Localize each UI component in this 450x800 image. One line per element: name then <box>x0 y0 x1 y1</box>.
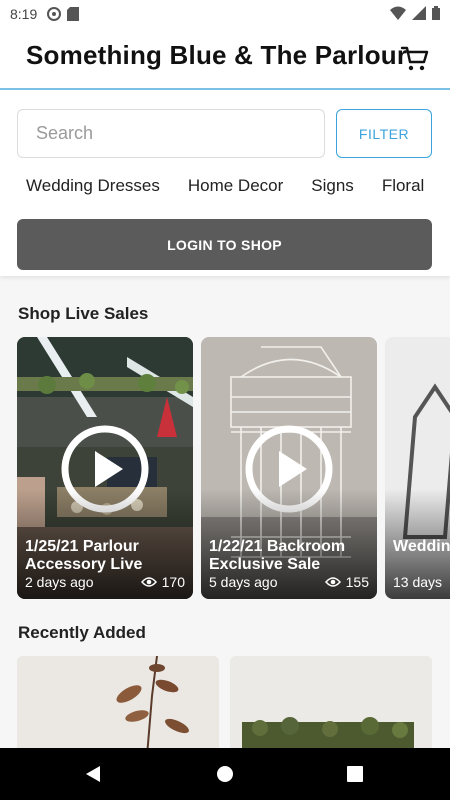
app-header: Something Blue & The Parlour <box>0 28 450 90</box>
back-icon[interactable] <box>84 764 104 784</box>
shopping-cart-icon[interactable] <box>400 43 430 73</box>
filter-button[interactable]: FILTER <box>336 109 432 158</box>
battery-icon <box>432 6 440 20</box>
home-icon[interactable] <box>215 764 235 784</box>
app-title: Something Blue & The Parlour <box>26 40 408 70</box>
recents-icon[interactable] <box>345 764 365 784</box>
product-thumbnail <box>230 656 432 748</box>
top-panel: FILTER Wedding Dresses Home Decor Signs … <box>0 90 450 276</box>
live-sale-title: 1/22/21 Backroom Exclusive Sale <box>209 538 346 573</box>
search-input[interactable] <box>17 109 325 158</box>
sd-card-icon <box>67 7 80 21</box>
sync-icon <box>47 7 62 21</box>
category-floral[interactable]: Floral <box>382 176 425 202</box>
live-sale-card[interactable]: 1/22/21 Backroom Exclusive Sale 5 days a… <box>201 337 377 599</box>
product-card[interactable] <box>230 656 432 748</box>
category-signs[interactable]: Signs <box>311 176 354 202</box>
category-home-decor[interactable]: Home Decor <box>188 176 283 202</box>
section-title-live-sales: Shop Live Sales <box>18 304 149 323</box>
live-sales-carousel[interactable]: 1/25/21 Parlour Accessory Live 2 days ag… <box>17 337 450 599</box>
view-count: 155 <box>345 574 369 590</box>
recently-added-list[interactable] <box>17 656 450 748</box>
live-sale-age: 2 days ago <box>25 574 94 590</box>
product-thumbnail <box>17 656 219 748</box>
section-title-recently-added: Recently Added <box>18 623 146 642</box>
signal-icon <box>412 6 426 20</box>
product-card[interactable] <box>17 656 219 748</box>
wifi-icon <box>390 6 406 20</box>
view-count: 170 <box>161 574 185 590</box>
eye-icon <box>324 577 341 587</box>
category-list: Wedding Dresses Home Decor Signs Floral <box>26 176 450 202</box>
category-wedding-dresses[interactable]: Wedding Dresses <box>26 176 160 202</box>
live-sale-age: 5 days ago <box>209 574 278 590</box>
live-sale-card[interactable]: Wedding Evening Off 13 days <box>385 337 450 599</box>
login-to-shop-button[interactable]: LOGIN TO SHOP <box>17 219 432 270</box>
live-sale-title: 1/25/21 Parlour Accessory Live <box>25 538 143 573</box>
status-bar: 8:19 <box>0 0 450 28</box>
status-time: 8:19 <box>10 6 38 22</box>
live-sale-age: 13 days <box>393 574 443 590</box>
system-nav-bar <box>0 748 450 800</box>
live-sale-title: Wedding Evening Off <box>393 538 450 555</box>
live-sale-card[interactable]: 1/25/21 Parlour Accessory Live 2 days ag… <box>17 337 193 599</box>
eye-icon <box>140 577 157 587</box>
